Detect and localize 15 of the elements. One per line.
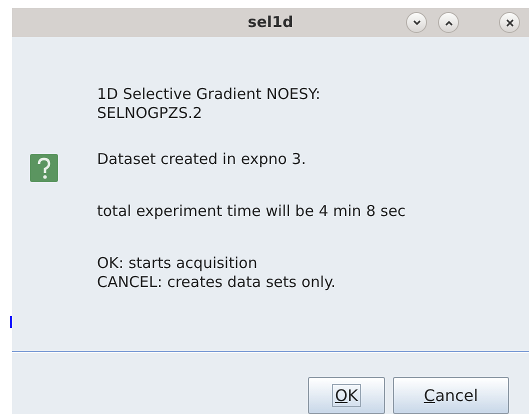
message-text: OK: starts acquisition CANCEL: creates data sets only. [97, 254, 337, 292]
close-button[interactable] [499, 12, 520, 33]
ok-button[interactable]: OK [308, 377, 385, 414]
chevron-up-icon [444, 18, 454, 26]
chevron-down-icon [412, 18, 422, 26]
text-cursor [10, 316, 12, 328]
message-text: Dataset created in expno 3. [97, 150, 307, 169]
close-icon [504, 18, 514, 28]
question-icon [30, 154, 58, 182]
cancel-button[interactable]: Cancel [393, 377, 509, 414]
minimize-button[interactable] [406, 12, 427, 33]
message-text: total experiment time will be 4 min 8 sec [97, 202, 406, 221]
message-text: 1D Selective Gradient NOESY: SELNOGPZS.2 [97, 84, 322, 123]
maximize-button[interactable] [438, 12, 459, 33]
window-title: sel1d [248, 12, 294, 34]
